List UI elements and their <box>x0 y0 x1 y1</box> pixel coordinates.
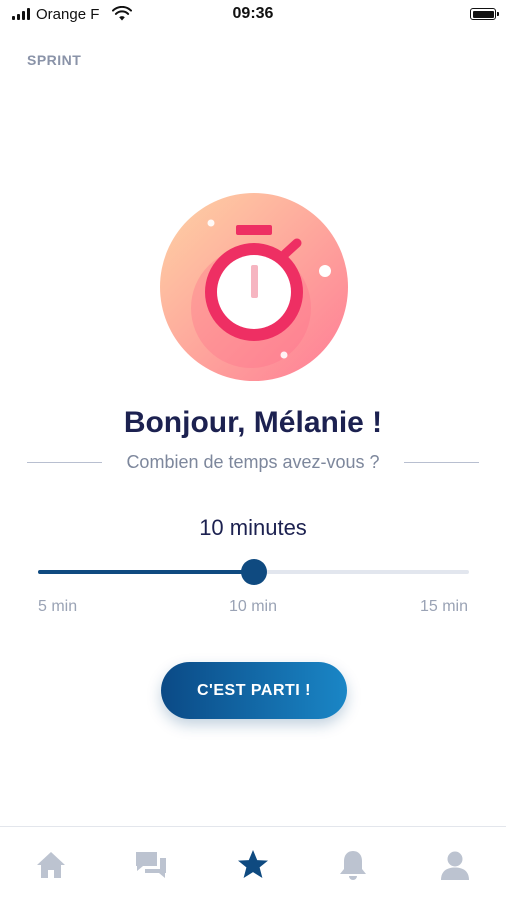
tab-favorites[interactable] <box>235 847 271 883</box>
slider-fill <box>38 570 254 574</box>
tick-max-label: 15 min <box>419 598 468 615</box>
sprint-header-link[interactable]: SPRINT <box>27 52 81 68</box>
question-text: Combien de temps avez-vous ? <box>126 452 380 472</box>
status-time: 09:36 <box>232 5 274 22</box>
star-icon <box>238 850 268 878</box>
divider-left <box>27 461 103 464</box>
tab-notifications[interactable] <box>335 847 371 883</box>
stopwatch-icon <box>159 192 349 382</box>
duration-slider[interactable] <box>38 558 469 586</box>
slider-thumb[interactable] <box>240 559 267 585</box>
tab-bar <box>0 826 506 901</box>
divider-right <box>403 461 479 464</box>
chat-icon <box>136 852 166 878</box>
tab-messages[interactable] <box>133 847 169 883</box>
start-button[interactable]: C'EST PARTI ! <box>161 662 347 719</box>
tab-profile[interactable] <box>437 847 473 883</box>
question-row: Combien de temps avez-vous ? <box>27 452 479 473</box>
user-icon <box>441 851 469 880</box>
battery-level <box>472 10 494 18</box>
battery-icon <box>470 8 499 20</box>
tab-home[interactable] <box>33 847 69 883</box>
status-bar: Orange F 09:36 <box>0 0 506 30</box>
bell-icon <box>340 851 366 880</box>
greeting-title: Bonjour, Mélanie ! <box>123 406 383 439</box>
selected-duration: 10 minutes <box>199 515 307 540</box>
home-icon <box>37 852 65 878</box>
